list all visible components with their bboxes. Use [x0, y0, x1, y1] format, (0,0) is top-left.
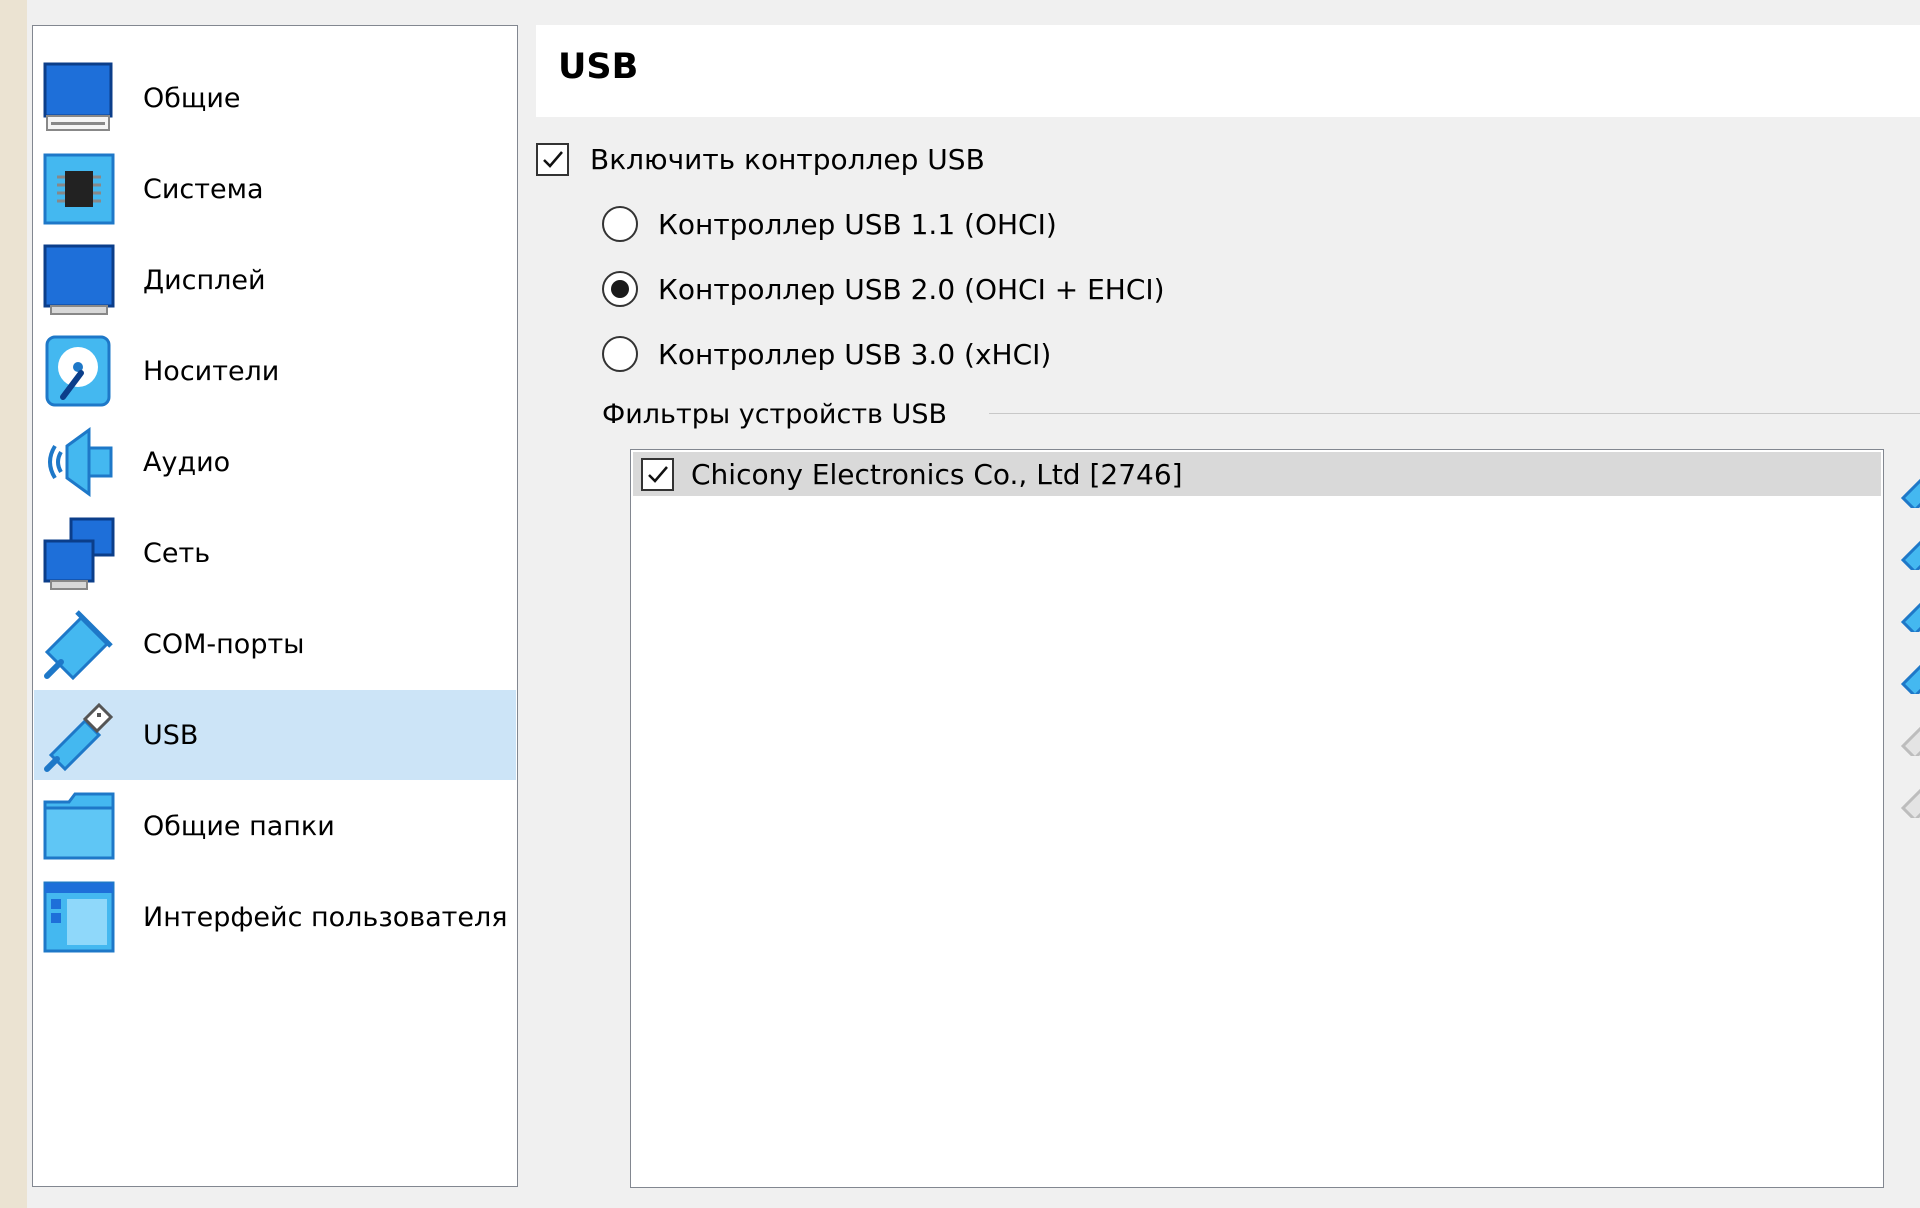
sidebar-item-network[interactable]: Сеть: [34, 508, 516, 598]
enable-usb-controller-checkbox[interactable]: [536, 143, 569, 176]
network-icon: [41, 515, 117, 591]
settings-category-list[interactable]: Общие Система Дисплей Носители Аудио Сет…: [32, 25, 518, 1187]
list-item[interactable]: Chicony Electronics Co., Ltd [2746]: [633, 452, 1881, 496]
usb-add-empty-filter-icon: [1900, 478, 1920, 508]
group-separator: [989, 413, 1920, 414]
usb-3-0-radio[interactable]: [602, 336, 638, 372]
usb-1-1-radio[interactable]: [602, 206, 638, 242]
storage-disk-icon: [41, 333, 117, 409]
sidebar-item-label: Общие папки: [143, 810, 335, 842]
sidebar-item-shared-folders[interactable]: Общие папки: [34, 781, 516, 871]
shared-folder-icon: [41, 788, 117, 864]
usb-1-1-label[interactable]: Контроллер USB 1.1 (OHCI): [658, 208, 1057, 241]
usb-remove-filter-icon: [1900, 664, 1920, 694]
display-icon: [41, 242, 117, 318]
usb-move-up-icon: [1900, 726, 1920, 756]
sidebar-item-label: Носители: [143, 355, 280, 387]
settings-window: Общие Система Дисплей Носители Аудио Сет…: [27, 0, 1920, 1208]
edit-filter-button[interactable]: [1897, 582, 1920, 632]
usb-edit-filter-icon: [1900, 602, 1920, 632]
page-title: USB: [558, 47, 639, 87]
move-filter-up-button[interactable]: [1897, 706, 1920, 756]
page-header: USB: [536, 25, 1920, 117]
usb-2-0-label[interactable]: Контроллер USB 2.0 (OHCI + EHCI): [658, 273, 1165, 306]
sidebar-item-label: Система: [143, 173, 264, 205]
usb-filters-group-label: Фильтры устройств USB: [602, 399, 947, 430]
add-filter-from-device-button[interactable]: [1897, 520, 1920, 570]
usb-icon: [41, 697, 117, 773]
sidebar-item-label: COM-порты: [143, 628, 305, 660]
usb-2-0-radio[interactable]: [602, 271, 638, 307]
move-filter-down-button[interactable]: [1897, 768, 1920, 818]
sidebar-item-label: Дисплей: [143, 264, 266, 296]
sidebar-item-audio[interactable]: Аудио: [34, 417, 516, 507]
sidebar-item-label: Интерфейс пользователя: [143, 901, 508, 933]
filter-name: Chicony Electronics Co., Ltd [2746]: [691, 458, 1183, 491]
usb-3-0-label[interactable]: Контроллер USB 3.0 (xHCI): [658, 338, 1051, 371]
filter-enabled-checkbox[interactable]: [641, 458, 674, 491]
sidebar-item-label: Общие: [143, 82, 241, 114]
sidebar-item-label: USB: [143, 719, 199, 751]
sidebar-item-label: Сеть: [143, 537, 211, 569]
usb-filters-list[interactable]: Chicony Electronics Co., Ltd [2746]: [630, 449, 1884, 1188]
enable-usb-controller-label[interactable]: Включить контроллер USB: [590, 143, 985, 176]
sidebar-item-general[interactable]: Общие: [34, 53, 516, 143]
usb-move-down-icon: [1900, 788, 1920, 818]
general-icon: [41, 60, 117, 136]
checkmark-icon: [543, 151, 563, 168]
sidebar-item-user-interface[interactable]: Интерфейс пользователя: [34, 872, 516, 962]
sidebar-item-system[interactable]: Система: [34, 144, 516, 234]
sidebar-item-display[interactable]: Дисплей: [34, 235, 516, 325]
audio-speaker-icon: [41, 424, 117, 500]
checkmark-icon: [648, 466, 668, 483]
sidebar-item-serial-ports[interactable]: COM-порты: [34, 599, 516, 689]
user-interface-icon: [41, 879, 117, 955]
sidebar-item-storage[interactable]: Носители: [34, 326, 516, 416]
system-chip-icon: [41, 151, 117, 227]
usb-add-filter-from-device-icon: [1900, 540, 1920, 570]
sidebar-item-label: Аудио: [143, 446, 231, 478]
serial-port-icon: [41, 606, 117, 682]
radio-selected-dot: [611, 280, 629, 298]
add-empty-filter-button[interactable]: [1897, 458, 1920, 508]
remove-filter-button[interactable]: [1897, 644, 1920, 694]
sidebar-item-usb[interactable]: USB: [34, 690, 516, 780]
